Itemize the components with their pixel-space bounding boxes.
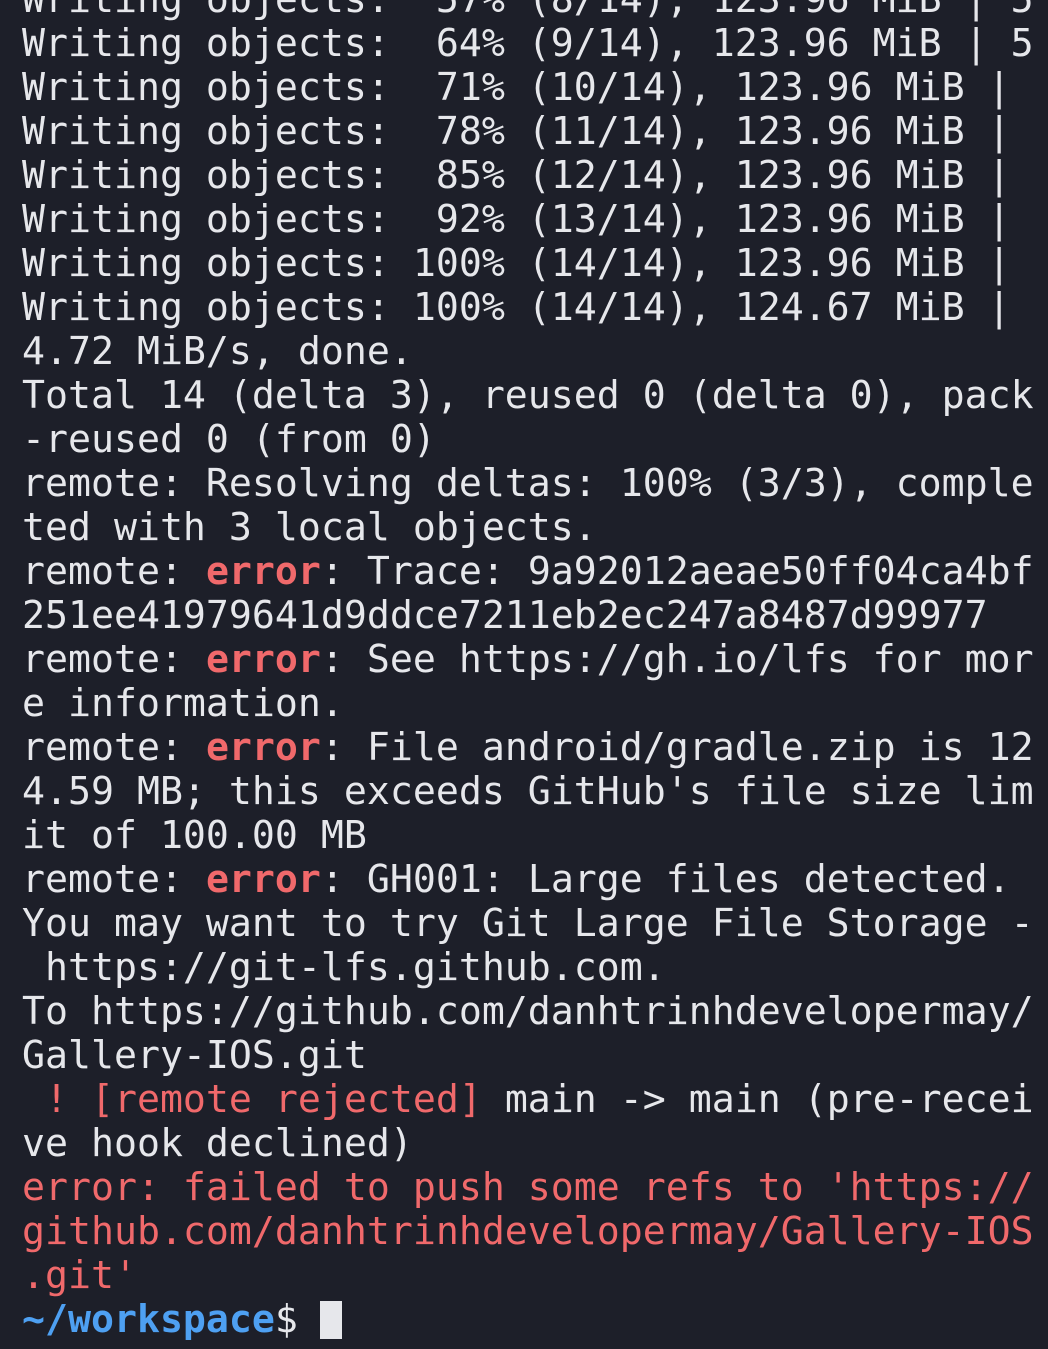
output-text: remote: [22, 726, 206, 770]
terminal-line: remote: error: File android/gradle.zip i… [22, 726, 1042, 770]
output-text: Gallery-IOS.git [22, 1034, 367, 1078]
terminal-line: https://git-lfs.github.com. [22, 946, 1042, 990]
terminal-line: -reused 0 (from 0) [22, 418, 1042, 462]
output-text: remote: Resolving deltas: 100% (3/3), co… [22, 462, 1034, 506]
text-cursor[interactable] [319, 1301, 342, 1339]
terminal-line: ted with 3 local objects. [22, 506, 1042, 550]
terminal-line: To https://github.com/danhtrinhdeveloper… [22, 990, 1042, 1034]
output-text: e information. [22, 682, 344, 726]
output-text: main -> main (pre-recei [481, 1078, 1034, 1122]
output-text: Writing objects: 57% (8/14), 123.96 MiB … [22, 0, 1034, 22]
output-text: Writing objects: 78% (11/14), 123.96 MiB… [22, 110, 1011, 154]
output-text: Writing objects: 100% (14/14), 123.96 Mi… [22, 242, 1011, 286]
output-text: https://git-lfs.github.com. [22, 946, 666, 990]
terminal-line: remote: error: GH001: Large files detect… [22, 858, 1042, 902]
output-text: 251ee41979641d9ddce7211eb2ec247a8487d999… [22, 594, 988, 638]
error-text: error: failed to push some refs to 'http… [22, 1166, 1034, 1210]
output-text: To https://github.com/danhtrinhdeveloper… [22, 990, 1034, 1034]
terminal-line: Writing objects: 57% (8/14), 123.96 MiB … [22, 0, 1042, 22]
output-text: ve hook declined) [22, 1122, 413, 1166]
terminal-line: it of 100.00 MB [22, 814, 1042, 858]
output-text: : File android/gradle.zip is 12 [320, 726, 1034, 770]
output-text: Writing objects: 71% (10/14), 123.96 MiB… [22, 66, 1011, 110]
output-text: ted with 3 local objects. [22, 506, 597, 550]
terminal-line: Writing objects: 71% (10/14), 123.96 MiB… [22, 66, 1042, 110]
terminal-line: 251ee41979641d9ddce7211eb2ec247a8487d999… [22, 594, 1042, 638]
terminal-line: Total 14 (delta 3), reused 0 (delta 0), … [22, 374, 1042, 418]
prompt-path: ~/workspace [22, 1298, 275, 1342]
error-keyword: error [205, 550, 321, 594]
terminal-window[interactable]: Writing objects: 57% (8/14), 123.96 MiB … [0, 0, 1048, 1349]
output-text: 4.59 MB; this exceeds GitHub's file size… [22, 770, 1034, 814]
terminal-line: remote: Resolving deltas: 100% (3/3), co… [22, 462, 1042, 506]
terminal-line: 4.59 MB; this exceeds GitHub's file size… [22, 770, 1042, 814]
error-text: github.com/danhtrinhdevelopermay/Gallery… [22, 1210, 1034, 1254]
terminal-line: ve hook declined) [22, 1122, 1042, 1166]
terminal-line: Writing objects: 100% (14/14), 123.96 Mi… [22, 242, 1042, 286]
terminal-line: remote: error: See https://gh.io/lfs for… [22, 638, 1042, 682]
terminal-line: .git' [22, 1254, 1042, 1298]
error-keyword: error [205, 638, 321, 682]
output-text: remote: [22, 638, 206, 682]
output-text: it of 100.00 MB [22, 814, 367, 858]
output-text: Total 14 (delta 3), reused 0 (delta 0), … [22, 374, 1034, 418]
output-text: Writing objects: 64% (9/14), 123.96 MiB … [22, 22, 1034, 66]
output-text: Writing objects: 85% (12/14), 123.96 MiB… [22, 154, 1011, 198]
terminal-line: Writing objects: 64% (9/14), 123.96 MiB … [22, 22, 1042, 66]
output-text: Writing objects: 92% (13/14), 123.96 MiB… [22, 198, 1011, 242]
output-text: 4.72 MiB/s, done. [22, 330, 413, 374]
output-text: : GH001: Large files detected. [320, 858, 1011, 902]
output-text: Writing objects: 100% (14/14), 124.67 Mi… [22, 286, 1011, 330]
output-text: -reused 0 (from 0) [22, 418, 436, 462]
error-text: ! [remote rejected] [22, 1078, 482, 1122]
output-text: You may want to try Git Large File Stora… [22, 902, 1034, 946]
terminal-line: Gallery-IOS.git [22, 1034, 1042, 1078]
terminal-line: Writing objects: 100% (14/14), 124.67 Mi… [22, 286, 1042, 330]
terminal-line: You may want to try Git Large File Stora… [22, 902, 1042, 946]
terminal-line: Writing objects: 92% (13/14), 123.96 MiB… [22, 198, 1042, 242]
terminal-line: e information. [22, 682, 1042, 726]
terminal-line: github.com/danhtrinhdevelopermay/Gallery… [22, 1210, 1042, 1254]
prompt-symbol: $ [274, 1298, 298, 1342]
terminal-output: Writing objects: 57% (8/14), 123.96 MiB … [22, 0, 1042, 1342]
output-text: remote: [22, 858, 206, 902]
output-text: : Trace: 9a92012aeae50ff04ca4bf [320, 550, 1034, 594]
terminal-line: 4.72 MiB/s, done. [22, 330, 1042, 374]
terminal-line: ! [remote rejected] main -> main (pre-re… [22, 1078, 1042, 1122]
prompt-line[interactable]: ~/workspace$ [22, 1298, 1042, 1342]
output-text: remote: [22, 550, 206, 594]
terminal-line: Writing objects: 78% (11/14), 123.96 MiB… [22, 110, 1042, 154]
output-text: : See https://gh.io/lfs for mor [320, 638, 1034, 682]
terminal-line: error: failed to push some refs to 'http… [22, 1166, 1042, 1210]
terminal-line: remote: error: Trace: 9a92012aeae50ff04c… [22, 550, 1042, 594]
error-keyword: error [205, 726, 321, 770]
terminal-line: Writing objects: 85% (12/14), 123.96 MiB… [22, 154, 1042, 198]
error-keyword: error [205, 858, 321, 902]
error-text: .git' [22, 1254, 137, 1298]
